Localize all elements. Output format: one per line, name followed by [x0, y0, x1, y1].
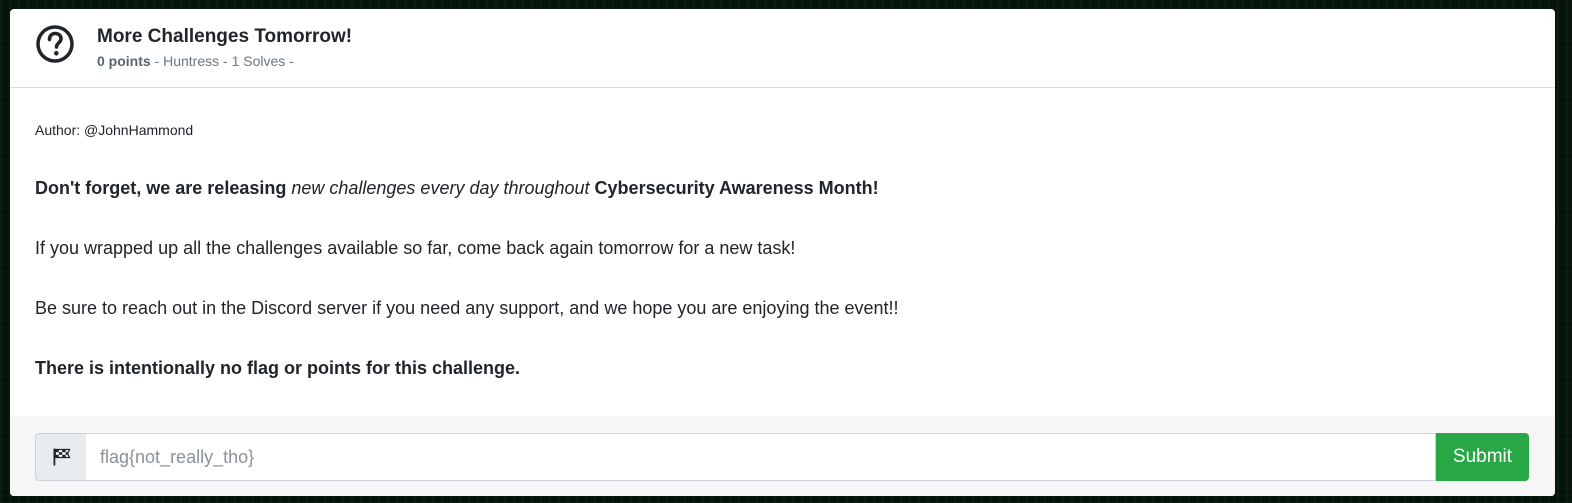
challenge-points: 0 points [97, 53, 151, 69]
challenge-title: More Challenges Tomorrow! [97, 26, 353, 47]
flag-addon [35, 433, 88, 481]
description-paragraph-3: Be sure to reach out in the Discord serv… [35, 298, 899, 318]
challenge-meta: 0 points - Huntress - 1 Solves - [97, 53, 294, 69]
question-circle-icon [36, 25, 74, 63]
challenge-description: Author: @JohnHammond Don't forget, we ar… [35, 119, 1535, 378]
p1-bold-start: Don't forget, we are releasing [35, 178, 292, 198]
checkered-flag-icon [53, 448, 71, 466]
challenge-author: Author: @JohnHammond [35, 122, 194, 138]
flag-input[interactable] [86, 433, 1436, 481]
description-paragraph-2: If you wrapped up all the challenges ava… [35, 238, 796, 258]
flag-input-group: Submit [35, 433, 1530, 481]
description-paragraph-4: There is intentionally no flag or points… [35, 358, 521, 378]
challenge-header: More Challenges Tomorrow! 0 points - Hun… [10, 9, 1555, 88]
p1-bold-end: Cybersecurity Awareness Month! [589, 178, 879, 198]
submit-button[interactable]: Submit [1436, 433, 1529, 481]
challenge-card: More Challenges Tomorrow! 0 points - Hun… [10, 9, 1555, 496]
p1-italic: new challenges every day throughout [291, 178, 590, 198]
challenge-meta-details: - Huntress - 1 Solves - [150, 53, 294, 69]
description-paragraph-1: Don't forget, we are releasing new chall… [35, 176, 879, 200]
flag-submission-footer: Submit [10, 416, 1555, 496]
